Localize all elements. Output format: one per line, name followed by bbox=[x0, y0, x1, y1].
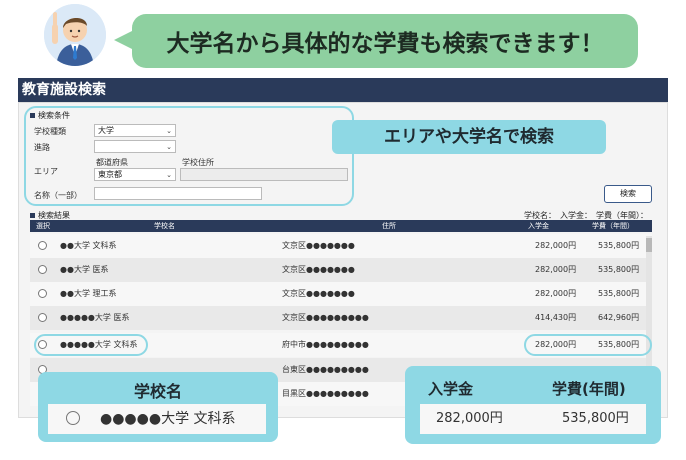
speech-bubble-tail bbox=[114, 30, 134, 50]
fee-callout-card: 282,000円 535,800円 bbox=[420, 404, 646, 434]
row-tuition: 535,800円 bbox=[598, 289, 640, 298]
row-address: 目黒区●●●●●●●●● bbox=[282, 389, 369, 398]
search-button[interactable]: 検索 bbox=[604, 185, 652, 203]
window-title: 教育施設検索 bbox=[18, 78, 668, 102]
row-entry: 282,000円 bbox=[535, 289, 577, 298]
col-select: 選択 bbox=[36, 222, 50, 230]
row-tuition: 642,960円 bbox=[598, 313, 640, 322]
row-name: ●●大学 理工系 bbox=[60, 289, 117, 298]
row-address: 文京区●●●●●●●●● bbox=[282, 313, 369, 322]
radio-icon bbox=[66, 411, 80, 425]
table-row[interactable]: ●●大学 医系 文京区●●●●●●● 282,000円 535,800円 bbox=[30, 258, 652, 282]
table-row[interactable]: ●●大学 理工系 文京区●●●●●●● 282,000円 535,800円 bbox=[30, 282, 652, 306]
fee-callout-entry-title: 入学金 bbox=[428, 380, 474, 398]
radio-icon[interactable] bbox=[38, 313, 47, 322]
row-address: 文京区●●●●●●● bbox=[282, 289, 355, 298]
row-tuition: 535,800円 bbox=[598, 241, 640, 250]
col-address: 住所 bbox=[382, 222, 396, 230]
fee-tuition-example: 535,800円 bbox=[562, 411, 629, 426]
col-tuition: 学費（年間） bbox=[592, 222, 634, 230]
school-name-callout-title: 学校名 bbox=[133, 382, 182, 401]
row-name: ●●●●●大学 医系 bbox=[60, 313, 130, 322]
row-address: 府中市●●●●●●●●● bbox=[282, 340, 369, 349]
results-scroll-thumb[interactable] bbox=[646, 238, 652, 252]
col-entry: 入学金 bbox=[528, 222, 549, 230]
row-address: 文京区●●●●●●● bbox=[282, 241, 355, 250]
row-entry: 282,000円 bbox=[535, 241, 577, 250]
area-search-callout: エリアや大学名で検索 bbox=[332, 120, 606, 154]
school-name-highlight bbox=[34, 334, 148, 356]
col-name: 学校名 bbox=[154, 222, 175, 230]
row-name: ●●大学 医系 bbox=[60, 265, 109, 274]
table-row[interactable]: ●●●●●大学 医系 文京区●●●●●●●●● 414,430円 642,960… bbox=[30, 306, 652, 330]
row-name: ●●大学 文科系 bbox=[60, 241, 117, 250]
row-tuition: 535,800円 bbox=[598, 265, 640, 274]
radio-icon[interactable] bbox=[38, 289, 47, 298]
headline-speech-bubble: 大学名から具体的な学費も検索できます！ bbox=[132, 14, 638, 68]
radio-icon[interactable] bbox=[38, 241, 47, 250]
fee-callout-tuition-title: 学費(年間) bbox=[552, 380, 626, 398]
school-name-callout-card: ●●●●●大学 文科系 bbox=[48, 404, 266, 434]
fee-highlight bbox=[524, 334, 652, 356]
results-table-header: 選択 学校名 住所 入学金 学費（年間） bbox=[30, 220, 652, 232]
school-name-example: ●●●●●大学 文科系 bbox=[100, 411, 236, 427]
fee-entry-example: 282,000円 bbox=[436, 411, 503, 426]
businessman-avatar-icon bbox=[44, 4, 106, 66]
row-address: 文京区●●●●●●● bbox=[282, 265, 355, 274]
row-entry: 282,000円 bbox=[535, 265, 577, 274]
row-address: 台東区●●●●●●●●● bbox=[282, 365, 369, 374]
radio-icon[interactable] bbox=[38, 265, 47, 274]
row-entry: 414,430円 bbox=[535, 313, 577, 322]
table-row[interactable]: ●●大学 文科系 文京区●●●●●●● 282,000円 535,800円 bbox=[30, 234, 652, 258]
conditions-highlight bbox=[24, 106, 354, 206]
